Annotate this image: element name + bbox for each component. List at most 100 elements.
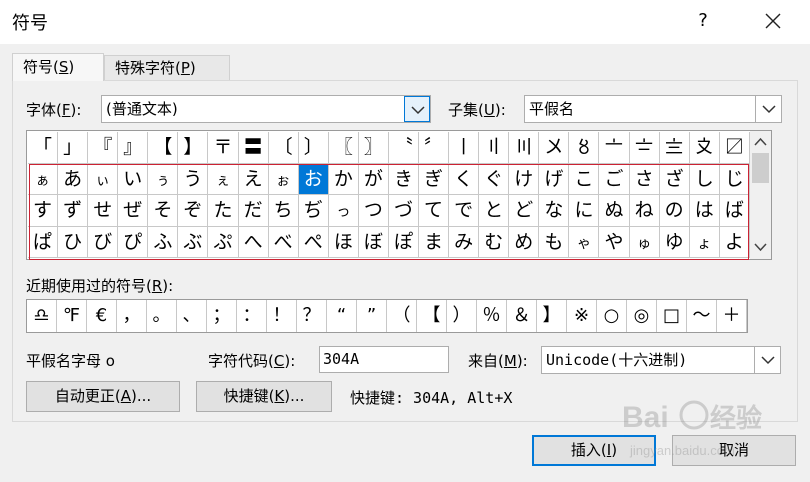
- symbol-cell[interactable]: い: [118, 163, 149, 195]
- symbol-cell[interactable]: 〝: [388, 132, 420, 164]
- recent-symbol-cell[interactable]: ％: [477, 300, 507, 332]
- symbol-cell[interactable]: げ: [539, 163, 570, 195]
- symbol-cell[interactable]: か: [328, 163, 359, 195]
- symbol-cell[interactable]: ぅ: [148, 163, 179, 195]
- symbol-cell[interactable]: さ: [629, 163, 660, 195]
- symbol-cell[interactable]: へ: [238, 226, 269, 258]
- recent-symbol-cell[interactable]: 【: [417, 300, 447, 332]
- symbol-cell[interactable]: ょ: [689, 226, 720, 258]
- recent-symbol-cell[interactable]: ？: [297, 300, 327, 332]
- symbol-cell[interactable]: ぉ: [268, 163, 299, 195]
- recent-symbol-cell[interactable]: ○: [597, 300, 627, 332]
- symbol-cell[interactable]: ほ: [328, 226, 359, 258]
- symbol-cell[interactable]: 』: [118, 132, 149, 164]
- symbol-cell[interactable]: ゅ: [629, 226, 660, 258]
- symbol-cell[interactable]: す: [28, 195, 59, 227]
- from-dropdown-button[interactable]: [754, 347, 780, 373]
- symbol-cell[interactable]: じ: [719, 163, 750, 195]
- symbol-cell[interactable]: 〞: [419, 132, 450, 164]
- recent-symbol-cell[interactable]: 、: [177, 300, 207, 332]
- symbol-cell[interactable]: 〨: [659, 132, 690, 164]
- symbol-cell[interactable]: や: [599, 226, 630, 258]
- font-select[interactable]: (普通文本): [101, 95, 431, 123]
- symbol-cell[interactable]: ぇ: [208, 163, 239, 195]
- symbol-grid-scrollbar[interactable]: [750, 131, 771, 259]
- symbol-cell[interactable]: よ: [719, 226, 750, 258]
- recent-symbol-cell[interactable]: ◎: [627, 300, 657, 332]
- font-dropdown-button[interactable]: [404, 96, 430, 122]
- symbol-cell[interactable]: そ: [148, 195, 179, 227]
- symbol-cell[interactable]: ぃ: [88, 163, 119, 195]
- symbol-cell[interactable]: う: [178, 163, 209, 195]
- symbol-cell[interactable]: ゃ: [569, 226, 600, 258]
- symbol-cell[interactable]: だ: [238, 195, 269, 227]
- symbol-cell[interactable]: ぴ: [118, 226, 149, 258]
- symbol-cell[interactable]: ぐ: [479, 163, 510, 195]
- symbol-cell[interactable]: ざ: [659, 163, 690, 195]
- help-button[interactable]: ?: [690, 6, 716, 36]
- symbol-cell[interactable]: の: [659, 195, 690, 227]
- symbol-cell[interactable]: ち: [268, 195, 299, 227]
- symbol-cell[interactable]: び: [88, 226, 119, 258]
- recent-symbol-cell[interactable]: ＆: [507, 300, 537, 332]
- symbol-cell[interactable]: 〼: [719, 132, 750, 164]
- tab-special-characters[interactable]: 特殊字符(P): [104, 55, 230, 80]
- symbol-cell[interactable]: 「: [28, 132, 59, 164]
- symbol-cell[interactable]: め: [509, 226, 540, 258]
- symbol-cell[interactable]: し: [689, 163, 720, 195]
- recent-symbol-cell[interactable]: ）: [447, 300, 477, 332]
- symbol-cell[interactable]: 〤: [539, 132, 570, 164]
- symbol-cell[interactable]: ず: [58, 195, 89, 227]
- recent-symbol-cell[interactable]: ；: [207, 300, 237, 332]
- scroll-up-icon[interactable]: [754, 137, 767, 146]
- close-button[interactable]: [756, 4, 790, 38]
- shortcut-key-button[interactable]: 快捷键(K)...: [196, 381, 332, 412]
- symbol-cell[interactable]: 〗: [358, 132, 389, 164]
- symbol-cell[interactable]: ぼ: [358, 226, 389, 258]
- symbol-cell[interactable]: ぎ: [419, 163, 450, 195]
- symbol-cell[interactable]: が: [358, 163, 389, 195]
- symbol-cell[interactable]: ぁ: [28, 163, 59, 195]
- symbol-cell[interactable]: 〡: [449, 132, 480, 164]
- symbol-cell[interactable]: 『: [88, 132, 119, 164]
- symbol-cell[interactable]: 【: [148, 132, 179, 164]
- symbol-cell[interactable]: 」: [58, 132, 89, 164]
- symbol-cell[interactable]: 】: [178, 132, 209, 164]
- symbol-cell[interactable]: ふ: [148, 226, 179, 258]
- symbol-cell[interactable]: き: [388, 163, 420, 195]
- symbol-cell[interactable]: な: [539, 195, 570, 227]
- symbol-cell[interactable]: 〒: [208, 132, 239, 164]
- scroll-down-icon[interactable]: [754, 243, 767, 252]
- symbol-cell[interactable]: べ: [268, 226, 299, 258]
- recent-symbol-cell[interactable]: ♎: [27, 300, 57, 332]
- symbol-cell[interactable]: え: [238, 163, 269, 195]
- from-select[interactable]: Unicode(十六进制): [541, 346, 781, 374]
- symbol-cell[interactable]: ぢ: [298, 195, 329, 227]
- recent-symbol-cell[interactable]: €: [87, 300, 117, 332]
- symbol-cell[interactable]: む: [479, 226, 510, 258]
- symbol-cell[interactable]: 〦: [599, 132, 630, 164]
- symbol-cell[interactable]: 〩: [689, 132, 720, 164]
- symbol-cell[interactable]: も: [539, 226, 570, 258]
- symbol-cell[interactable]: ぞ: [178, 195, 209, 227]
- recent-symbol-cell[interactable]: □: [657, 300, 687, 332]
- symbol-cell[interactable]: ど: [509, 195, 540, 227]
- recent-symbol-cell[interactable]: ～: [687, 300, 717, 332]
- symbol-cell[interactable]: ぶ: [178, 226, 209, 258]
- symbol-cell[interactable]: で: [449, 195, 480, 227]
- symbol-cell[interactable]: 〓: [238, 132, 269, 164]
- symbol-cell[interactable]: ね: [629, 195, 660, 227]
- symbol-cell[interactable]: ぽ: [388, 226, 420, 258]
- subset-select[interactable]: 平假名: [524, 95, 782, 123]
- scrollbar-thumb[interactable]: [752, 153, 769, 183]
- symbol-cell[interactable]: お: [298, 163, 329, 195]
- symbol-cell[interactable]: ぬ: [599, 195, 630, 227]
- symbol-cell[interactable]: 〢: [479, 132, 510, 164]
- symbol-cell[interactable]: づ: [388, 195, 420, 227]
- symbol-cell[interactable]: ば: [719, 195, 750, 227]
- symbol-cell[interactable]: せ: [88, 195, 119, 227]
- symbol-cell[interactable]: あ: [58, 163, 89, 195]
- recent-symbol-cell[interactable]: 】: [537, 300, 567, 332]
- symbol-cell[interactable]: ご: [599, 163, 630, 195]
- symbol-cell[interactable]: に: [569, 195, 600, 227]
